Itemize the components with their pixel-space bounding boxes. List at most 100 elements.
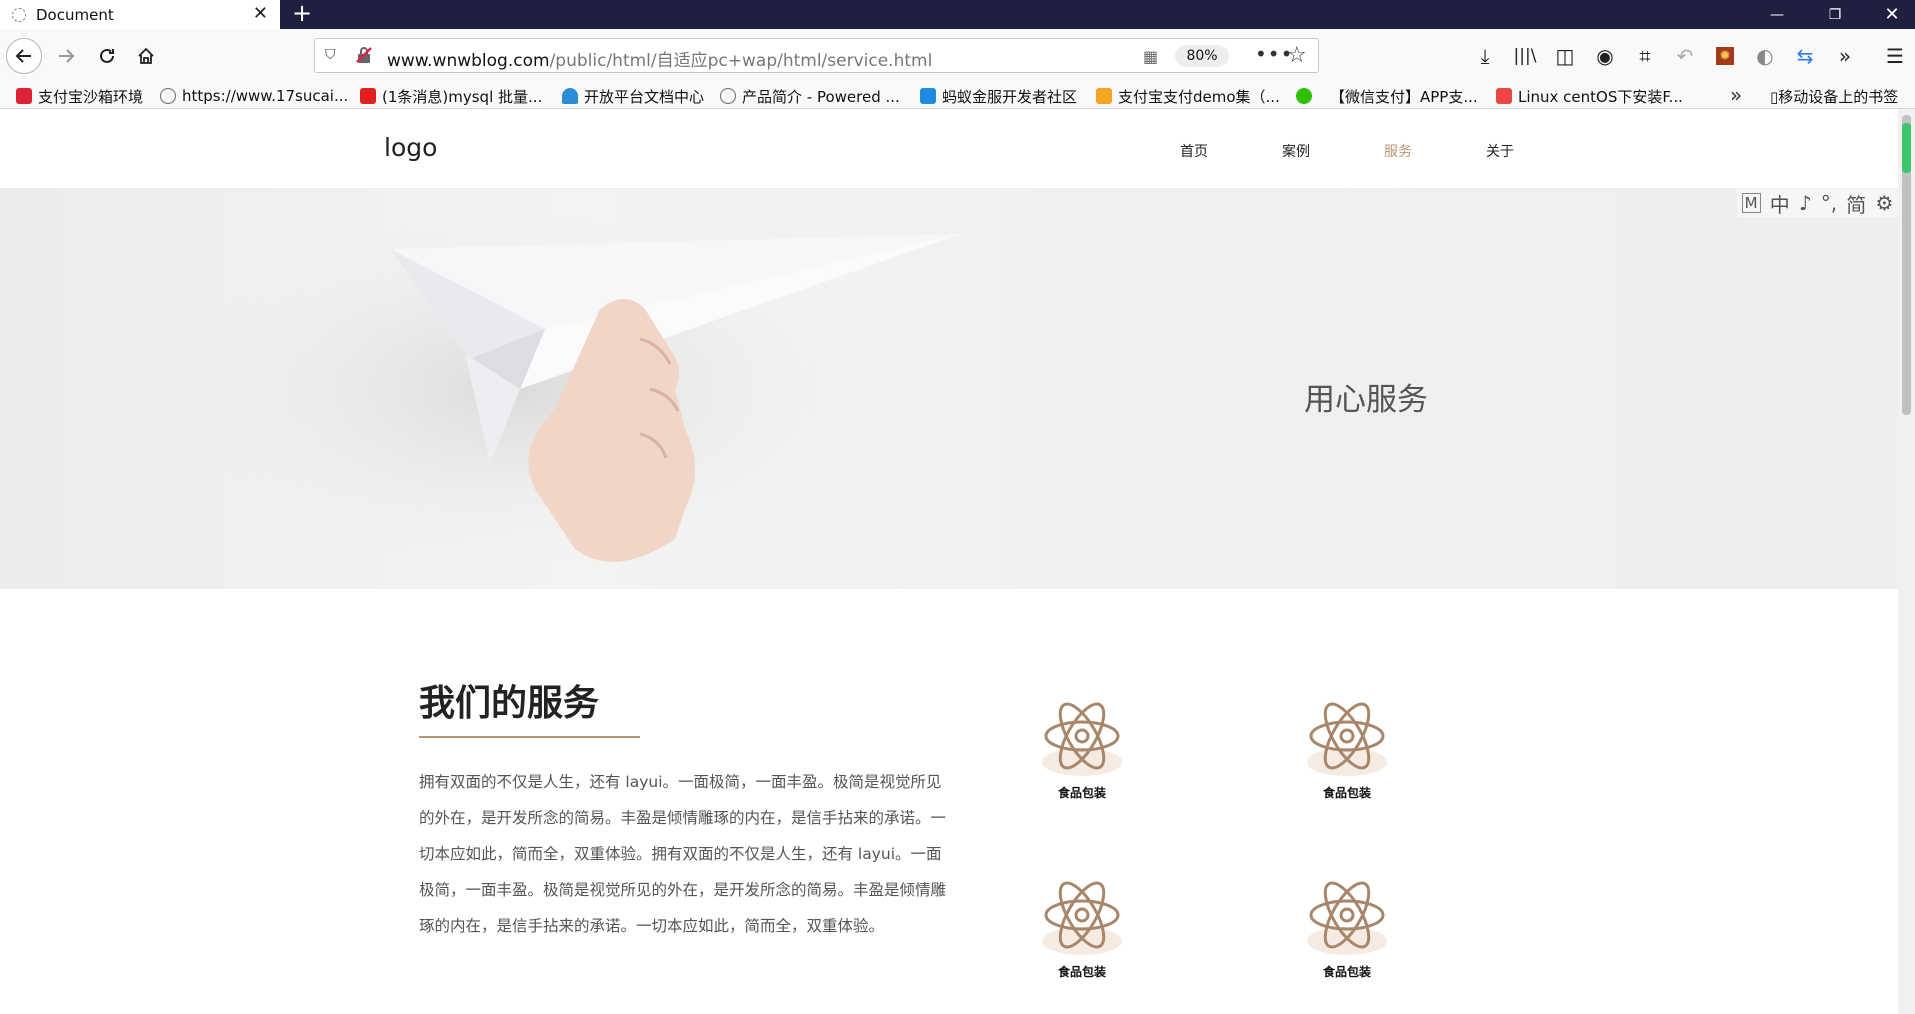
mobile-bookmarks[interactable]: ▯移动设备上的书签 — [1770, 86, 1898, 107]
sync-icon[interactable]: ⇆ — [1790, 41, 1820, 71]
atom-icon — [1307, 702, 1387, 776]
bookmark-star-icon[interactable]: ☆ — [1287, 43, 1307, 68]
url-host: www.wnwblog.com — [387, 51, 550, 71]
url-text[interactable]: www.wnwblog.com/public/html/自适应pc+wap/ht… — [387, 46, 932, 71]
forward-arrow-icon — [59, 49, 75, 63]
restore-button[interactable]: ❐ — [1812, 0, 1858, 29]
download-icon[interactable]: ⤓ — [1470, 41, 1500, 71]
web-page: logo 首页 案例 服务 关于 用心服务 M 中 ♪ °, 简 ⚙ 我们的服务… — [0, 109, 1898, 1014]
site-header: logo 首页 案例 服务 关于 — [0, 109, 1898, 189]
ime-simplified-icon[interactable]: 简 — [1846, 189, 1866, 218]
loading-icon — [12, 7, 26, 22]
service-card[interactable]: 食品包装 — [1027, 694, 1137, 801]
csdn-icon — [360, 88, 376, 104]
banner-title: 用心服务 — [1304, 382, 1428, 418]
page-scrollbar[interactable] — [1898, 109, 1915, 1014]
new-tab-button[interactable]: + — [288, 0, 316, 29]
bookmark-item[interactable] — [1296, 86, 1318, 106]
bookmark-item[interactable]: 支付宝支付demo集（... — [1096, 86, 1280, 106]
bookmark-item[interactable]: 支付宝沙箱环境 — [16, 86, 143, 106]
paper-plane-hand-image — [190, 219, 960, 562]
tracking-protection-icon[interactable]: ⛉ — [325, 47, 341, 65]
bookmark-label: 蚂蚁金服开发者社区 — [942, 87, 1078, 106]
section-description: 拥有双面的不仅是人生，还有 layui。一面极简，一面丰盈。极简是视觉所见的外在… — [419, 773, 947, 935]
close-window-button[interactable]: ✕ — [1869, 0, 1915, 29]
address-bar[interactable]: ⛉ www.wnwblog.com/public/html/自适应pc+wap/… — [314, 38, 1319, 73]
qr-code-icon[interactable]: ▦ — [1143, 47, 1158, 66]
ime-punctuation-icon[interactable]: °, — [1821, 191, 1837, 215]
globe-icon — [160, 88, 176, 104]
site-logo[interactable]: logo — [384, 133, 437, 162]
bookmark-item[interactable]: Linux centOS下安装F... — [1496, 86, 1683, 106]
bookmark-item[interactable]: 【微信支付】APP支... — [1330, 86, 1478, 106]
services-section: 我们的服务 拥有双面的不仅是人生，还有 layui。一面极简，一面丰盈。极简是视… — [0, 589, 1898, 1014]
menu-icon[interactable]: ☰ — [1880, 41, 1910, 71]
insecure-lock-icon[interactable] — [355, 46, 375, 66]
reload-button[interactable] — [92, 41, 122, 71]
zoom-level[interactable]: 80% — [1175, 45, 1229, 67]
title-bar: Document ✕ + — ❐ ✕ — [0, 0, 1915, 29]
ime-chinese-icon[interactable]: 中 — [1770, 189, 1790, 218]
minimize-button[interactable]: — — [1754, 0, 1800, 29]
jian-icon — [1496, 88, 1512, 104]
bookmark-label: 支付宝沙箱环境 — [38, 87, 144, 106]
crop-icon[interactable]: ⌗ — [1630, 41, 1660, 71]
nav-home[interactable]: 首页 — [1180, 141, 1208, 161]
bookmark-label: (1条消息)mysql 批量... — [382, 87, 543, 106]
tab-title: Document — [36, 5, 114, 24]
atom-icon — [1307, 881, 1387, 955]
nav-cases[interactable]: 案例 — [1282, 141, 1310, 161]
service-label: 食品包装 — [1322, 965, 1371, 979]
ime-moon-icon[interactable]: ♪ — [1799, 191, 1812, 215]
bookmark-label: Linux centOS下安装F... — [1518, 87, 1683, 106]
ime-toolbar[interactable]: M 中 ♪ °, 简 ⚙ — [1737, 189, 1898, 217]
fox-icon — [1096, 88, 1112, 104]
atom-icon — [1042, 881, 1122, 955]
bookmark-item[interactable]: (1条消息)mysql 批量... — [360, 86, 542, 106]
library-icon[interactable]: |||\ — [1510, 41, 1540, 71]
bookmark-item[interactable]: 开放平台文档中心 — [562, 86, 704, 106]
forward-button[interactable] — [51, 41, 81, 71]
bookmark-item[interactable]: 产品简介 - Powered ... — [720, 86, 900, 106]
undo-icon[interactable]: ↶ — [1670, 41, 1700, 71]
section-title: 我们的服务 — [419, 683, 600, 724]
person-icon — [562, 88, 578, 104]
extension-circle-icon[interactable]: ◐ — [1750, 41, 1780, 71]
mobile-bookmarks-label: 移动设备上的书签 — [1778, 88, 1899, 106]
url-path: /public/html/自适应pc+wap/html/service.html — [549, 51, 933, 71]
nav-services[interactable]: 服务 — [1384, 141, 1412, 161]
back-arrow-icon — [15, 49, 31, 63]
service-label: 食品包装 — [1057, 965, 1106, 979]
reload-icon — [100, 48, 114, 63]
browser-tab[interactable]: Document ✕ — [0, 0, 280, 29]
bookmark-label: 产品简介 - Powered ... — [742, 87, 900, 106]
account-icon[interactable]: ◉ — [1590, 41, 1620, 71]
bookmark-item[interactable]: https://www.17sucai... — [160, 86, 348, 106]
bookmark-label: 支付宝支付demo集（... — [1118, 87, 1280, 106]
sidebar-icon[interactable]: ◫ — [1550, 41, 1580, 71]
globe-icon — [720, 88, 736, 104]
bookmark-label: 【微信支付】APP支... — [1330, 87, 1478, 106]
bookmark-label: 开放平台文档中心 — [584, 87, 705, 106]
atom-icon — [1042, 702, 1122, 776]
service-label: 食品包装 — [1057, 786, 1106, 800]
extension-sun-icon[interactable]: ✹ — [1710, 41, 1740, 71]
service-card[interactable]: 食品包装 — [1027, 873, 1137, 980]
ime-mode-icon[interactable]: M — [1741, 193, 1761, 213]
home-icon — [138, 47, 154, 64]
service-card[interactable]: 食品包装 — [1292, 694, 1402, 801]
home-button[interactable] — [131, 41, 161, 71]
close-tab-icon[interactable]: ✕ — [253, 3, 268, 24]
service-card[interactable]: 食品包装 — [1292, 873, 1402, 980]
back-button[interactable] — [6, 38, 42, 74]
ant-icon — [920, 88, 936, 104]
ime-settings-icon[interactable]: ⚙ — [1875, 191, 1893, 215]
bookmarks-overflow-icon[interactable]: » — [1730, 83, 1742, 107]
bookmark-item[interactable]: 蚂蚁金服开发者社区 — [920, 86, 1077, 106]
service-label: 食品包装 — [1322, 786, 1371, 800]
section-underline — [419, 736, 640, 738]
navigation-toolbar: ⛉ www.wnwblog.com/public/html/自适应pc+wap/… — [0, 29, 1915, 83]
overflow-chevron-icon[interactable]: » — [1830, 41, 1860, 71]
nav-about[interactable]: 关于 — [1486, 141, 1514, 161]
wechat-icon — [1296, 88, 1312, 104]
